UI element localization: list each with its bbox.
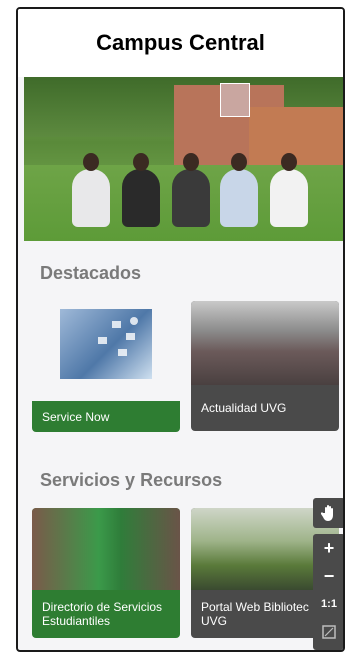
section-title-destacados: Destacados [40,263,142,283]
app-header: Campus Central [18,9,343,77]
student-figure [72,169,110,227]
service-now-image [60,309,152,379]
pan-control[interactable] [313,498,343,528]
app-frame: Campus Central Destacados Service Now Ac… [16,7,345,652]
zoom-out-button[interactable]: − [313,562,343,590]
card-label: Service Now [32,401,180,432]
zoom-in-button[interactable]: + [313,534,343,562]
section-title-servicios: Servicios y Recursos [40,470,223,490]
network-icon [98,317,138,356]
directorio-image [32,508,180,590]
student-figure [270,169,308,227]
hero-image [24,77,343,241]
zoom-controls: + − 1:1 [313,534,343,650]
page-title: Campus Central [96,30,265,55]
student-head [183,153,199,171]
student-figure [122,169,160,227]
reset-zoom-button[interactable]: 1:1 [313,590,343,618]
hero-building-2 [249,107,343,167]
student-head [231,153,247,171]
actualidad-uvg-image [191,301,339,385]
student-figure [220,169,258,227]
fit-screen-icon[interactable] [313,618,343,646]
student-head [281,153,297,171]
hand-icon[interactable] [313,498,343,528]
student-head [133,153,149,171]
card-label: Directorio de Servicios Estudiantiles [42,600,163,628]
card-service-now[interactable]: Service Now [32,309,180,432]
card-label: Actualidad UVG [201,401,287,415]
student-figure [172,169,210,227]
card-directorio-servicios[interactable]: Directorio de Servicios Estudiantiles [32,508,180,638]
student-head [83,153,99,171]
card-actualidad-uvg[interactable]: Actualidad UVG [191,301,339,431]
hero-banner [220,83,250,117]
